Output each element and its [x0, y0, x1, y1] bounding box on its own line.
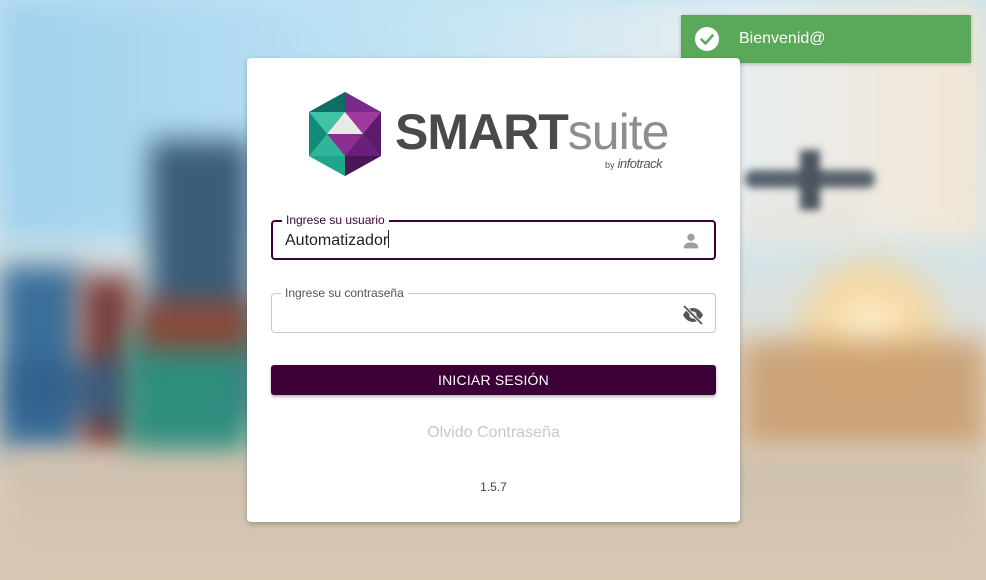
logo-by-text: by: [605, 160, 615, 170]
eye-off-icon[interactable]: [681, 303, 704, 326]
password-label: Ingrese su contraseña: [281, 286, 408, 300]
login-button[interactable]: INICIAR SESIÓN: [271, 365, 716, 395]
password-input[interactable]: [285, 303, 665, 325]
hexagon-logo-icon: [309, 92, 381, 176]
check-circle-icon: [695, 27, 719, 51]
username-label: Ingrese su usuario: [282, 213, 389, 227]
app-version: 1.5.7: [480, 480, 507, 494]
username-value: Automatizador: [285, 232, 389, 249]
logo-byline: by infotrack: [605, 156, 663, 171]
logo-wordmark: SMARTsuite: [395, 102, 670, 162]
toast-message: Bienvenid@: [739, 30, 826, 47]
smartsuite-logo: SMARTsuite by infotrack: [305, 90, 685, 178]
login-card: SMARTsuite by infotrack Ingrese su usuari…: [247, 58, 740, 522]
password-field[interactable]: Ingrese su contraseña: [271, 286, 716, 333]
logo-secondary-text: suite: [567, 104, 670, 160]
logo-primary-text: SMART: [395, 104, 569, 160]
username-field[interactable]: Ingrese su usuario Automatizador: [271, 213, 716, 260]
welcome-toast: Bienvenid@: [681, 15, 971, 63]
person-icon: [680, 230, 702, 252]
forgot-password-link[interactable]: Olvido Contraseña: [247, 424, 740, 442]
logo-brand-text: infotrack: [617, 156, 663, 171]
text-caret: [388, 230, 390, 248]
username-input[interactable]: Automatizador: [285, 230, 665, 252]
